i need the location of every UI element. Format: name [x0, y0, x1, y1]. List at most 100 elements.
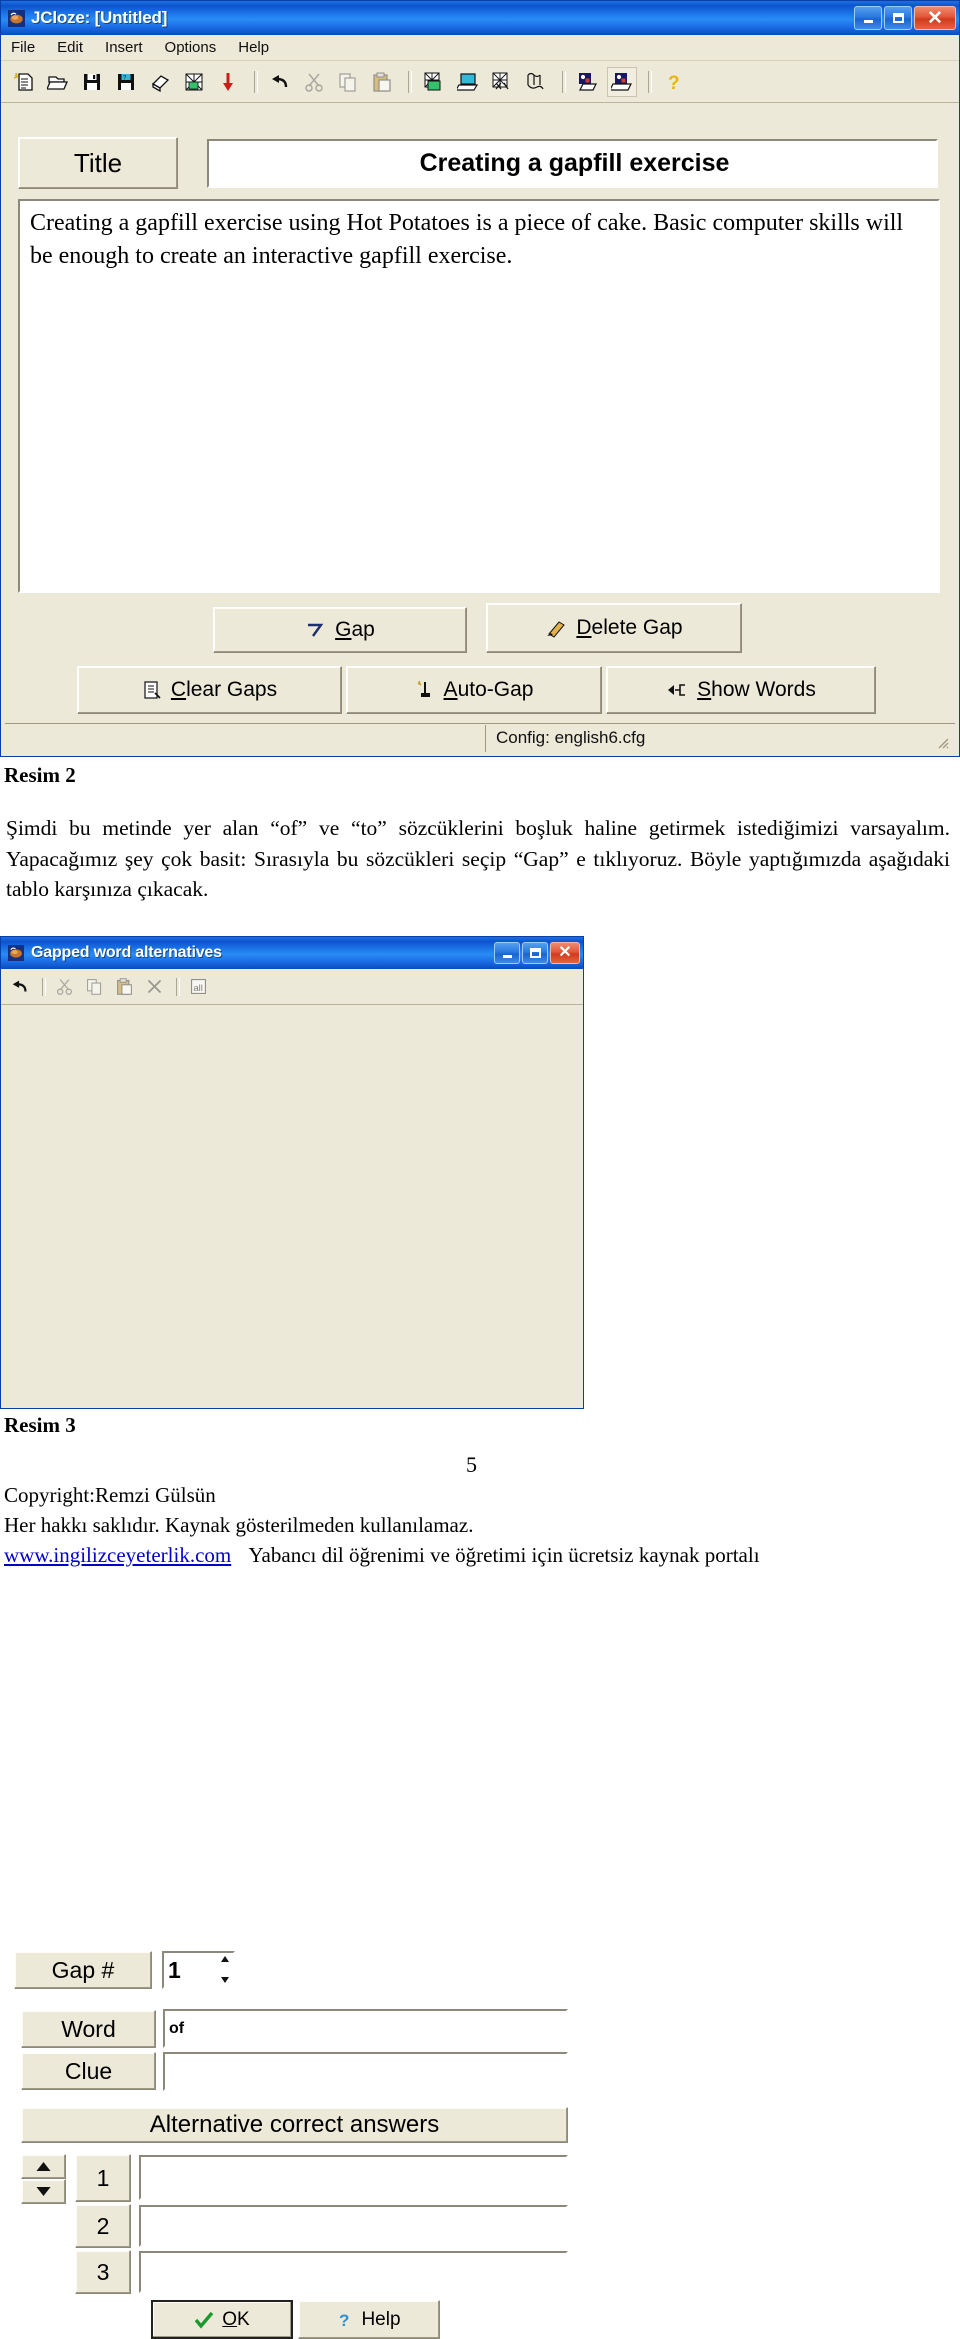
jcloze-menubar[interactable]: File Edit Insert Options Help [1, 35, 959, 61]
save-icon[interactable] [77, 67, 107, 97]
jcloze-titlebar[interactable]: JCloze: [Untitled] ✕ [1, 1, 959, 35]
spinner-up-icon[interactable] [219, 1953, 231, 1969]
dialog-titlebar[interactable]: Gapped word alternatives ✕ [1, 937, 583, 969]
title-label-button[interactable]: Title [18, 137, 178, 189]
website-link[interactable]: www.ingilizceyeterlik.com [4, 1543, 231, 1567]
svg-text:all: all [193, 983, 203, 994]
scramble-icon[interactable] [179, 67, 209, 97]
dialog-title-text: Gapped word alternatives [31, 944, 222, 961]
red-down-arrow-icon[interactable] [213, 67, 243, 97]
svg-text:?: ? [339, 2311, 349, 2329]
dialog-minimize-button[interactable] [494, 942, 520, 964]
exercise-text-area[interactable]: Creating a gapfill exercise using Hot Po… [18, 199, 940, 593]
footer-site-row: www.ingilizceyeterlik.com Yabancı dil öğ… [4, 1543, 760, 1568]
export-v6-drag-icon[interactable] [607, 66, 637, 97]
save-as-icon[interactable]: ? [111, 67, 141, 97]
menu-edit[interactable]: Edit [57, 39, 83, 56]
menu-insert[interactable]: Insert [105, 39, 143, 56]
clue-label-button[interactable]: Clue [21, 2052, 156, 2090]
jcloze-window: JCloze: [Untitled] ✕ File Edit Insert Op… [0, 0, 960, 757]
export-drag-icon[interactable] [453, 67, 483, 97]
clear-gaps-icon [144, 681, 161, 699]
toolbar-separator [648, 70, 652, 93]
alternative-input-3[interactable] [139, 2251, 568, 2293]
title-input[interactable]: Creating a gapfill exercise [207, 139, 938, 188]
show-words-icon [668, 684, 686, 696]
spinner-arrows[interactable] [219, 1953, 231, 1987]
open-folder-icon[interactable] [43, 67, 73, 97]
eraser-icon[interactable] [145, 67, 175, 97]
menu-file[interactable]: File [11, 39, 35, 56]
menu-options[interactable]: Options [165, 39, 217, 56]
ok-button[interactable]: OK [151, 2300, 293, 2339]
caption-resim-3: Resim 3 [4, 1413, 76, 1437]
auto-gap-button[interactable]: Auto-Gap [346, 666, 602, 714]
help-question-icon[interactable]: ? [659, 67, 689, 97]
alternative-number-1[interactable]: 1 [75, 2154, 131, 2202]
gap-button-label: Gap [335, 618, 375, 641]
hotpotato-icon [7, 944, 25, 962]
auto-gap-button-label: Auto-Gap [443, 678, 534, 701]
show-words-button[interactable]: Show Words [606, 666, 876, 714]
alternatives-up-button[interactable] [21, 2154, 66, 2179]
close-button[interactable]: ✕ [914, 6, 956, 30]
word-input[interactable]: of [163, 2009, 568, 2048]
turkish-paragraph: Şimdi bu metinde yer alan “of” ve “to” s… [6, 816, 950, 902]
clue-input[interactable] [163, 2052, 568, 2091]
maximize-button[interactable] [884, 6, 912, 30]
gap-number-label-text: Gap # [51, 1956, 115, 1983]
resize-grip-icon[interactable] [935, 735, 949, 749]
alternative-number-3[interactable]: 3 [75, 2250, 131, 2294]
dialog-window-buttons: ✕ [494, 942, 580, 964]
help-button[interactable]: ? Help [298, 2300, 440, 2339]
export-v6-icon[interactable] [573, 67, 603, 97]
new-document-icon[interactable] [9, 67, 39, 97]
auto-gap-icon [417, 680, 430, 697]
select-all-icon: all [185, 974, 211, 1000]
dialog-close-button[interactable]: ✕ [550, 942, 580, 964]
alternatives-header: Alternative correct answers [21, 2107, 568, 2143]
dialog-maximize-button[interactable] [522, 942, 548, 964]
footer-tagline: Yabancı dil öğrenimi ve öğretimi için üc… [248, 1543, 760, 1567]
title-input-value: Creating a gapfill exercise [419, 149, 730, 177]
ok-button-label: OK [222, 2308, 250, 2330]
gap-number-spinner[interactable]: 1 [162, 1951, 235, 1989]
cut-icon [51, 974, 77, 1000]
copyright-line: Copyright:Remzi Gülsün [4, 1483, 216, 1507]
paste-icon [111, 974, 137, 1000]
delete-gap-button[interactable]: Delete Gap [486, 603, 742, 653]
toolbar-separator [42, 977, 46, 996]
word-label-button[interactable]: Word [21, 2010, 156, 2048]
help-question-icon: ? [339, 2311, 349, 2329]
export-mixed-icon[interactable] [521, 67, 551, 97]
minimize-button[interactable] [854, 6, 882, 30]
alternative-input-2[interactable] [139, 2205, 568, 2247]
export-webpage-icon[interactable] [419, 67, 449, 97]
spinner-down-icon[interactable] [219, 1971, 231, 1987]
clear-gaps-button[interactable]: Clear Gaps [77, 666, 342, 714]
word-input-value: of [169, 2019, 185, 2037]
status-config-text: Config: english6.cfg [496, 728, 646, 747]
menu-help[interactable]: Help [238, 39, 269, 56]
jcloze-title-text: JCloze: [Untitled] [31, 8, 168, 27]
delete-x-icon [141, 974, 167, 1000]
gap-number-label-button[interactable]: Gap # [14, 1951, 152, 1989]
jcloze-statusbar: Config: english6.cfg [5, 723, 955, 752]
close-icon: ✕ [558, 944, 572, 961]
word-label-text: Word [61, 2015, 116, 2042]
cut-icon [299, 67, 329, 97]
hotpotato-icon [7, 9, 25, 27]
gap-button[interactable]: Gap [213, 607, 467, 653]
alternatives-reorder-arrows[interactable] [21, 2154, 66, 2204]
alternative-number-2[interactable]: 2 [75, 2204, 131, 2248]
alternative-number-2-text: 2 [96, 2212, 110, 2239]
copy-icon [81, 974, 107, 1000]
arrow-down-icon [36, 2187, 51, 2196]
alternative-input-1[interactable] [139, 2155, 568, 2200]
alternatives-down-button[interactable] [21, 2179, 66, 2204]
export-scramble-icon[interactable] [487, 67, 517, 97]
caption-resim-2: Resim 2 [4, 763, 76, 787]
undo-icon[interactable] [7, 974, 33, 1000]
gap-icon [308, 623, 324, 637]
undo-icon[interactable] [265, 67, 295, 97]
